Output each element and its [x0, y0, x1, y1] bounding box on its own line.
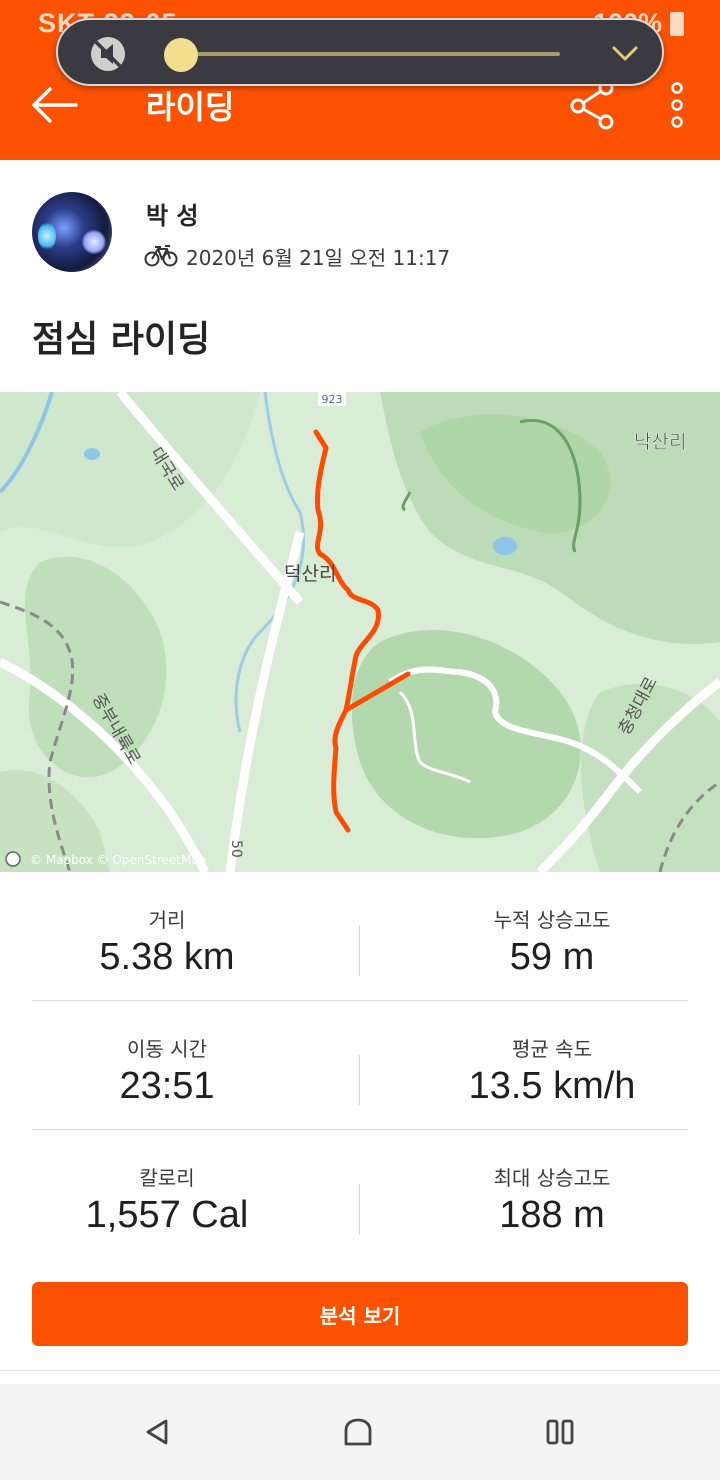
stat-row: 칼로리 1,557 Cal 최대 상승고도 188 m [32, 1130, 688, 1259]
stat-value: 188 m [499, 1194, 605, 1236]
stat-calories: 칼로리 1,557 Cal [32, 1130, 302, 1259]
mute-toggle[interactable] [88, 34, 128, 74]
map-canvas: 923 낙산리 덕산리 대국로 중부내륙로 충청대로 50 © Mapbox ©… [0, 392, 720, 872]
road-label-bottom: 50 [228, 840, 244, 858]
stat-row: 이동 시간 23:51 평균 속도 13.5 km/h [32, 1001, 688, 1130]
mapbox-logo-icon [5, 851, 21, 867]
volume-panel [56, 18, 664, 86]
chevron-down-icon [612, 46, 638, 61]
map-attribution[interactable]: © Mapbox © OpenStreetMap [30, 853, 206, 867]
stat-max-elevation: 최대 상승고도 188 m [360, 1130, 720, 1259]
place-label-deoksan-ri: 덕산리 [284, 563, 336, 585]
avatar[interactable] [32, 192, 112, 272]
view-analysis-button[interactable]: 분석 보기 [32, 1282, 688, 1346]
place-label-naksan-ri: 낙산리 [634, 431, 686, 453]
stat-row: 거리 5.38 km 누적 상승고도 59 m [32, 872, 688, 1001]
activity-datetime: 2020년 6월 21일 오전 11:17 [186, 246, 451, 270]
volume-slider-track[interactable] [168, 52, 560, 56]
stat-label: 칼로리 [139, 1166, 195, 1190]
stat-label: 최대 상승고도 [493, 1166, 611, 1190]
stat-value: 5.38 km [99, 936, 235, 978]
road-number-923: 923 [322, 393, 343, 406]
stat-label: 누적 상승고도 [493, 908, 611, 932]
stat-label: 이동 시간 [127, 1037, 207, 1061]
nav-back-button[interactable] [140, 1414, 176, 1450]
activity-title: 점심 라이딩 [32, 319, 211, 360]
stat-value: 23:51 [119, 1065, 215, 1107]
system-nav-bar [0, 1384, 720, 1480]
stat-label: 평균 속도 [512, 1037, 592, 1061]
activity-stats: 거리 5.38 km 누적 상승고도 59 m 이동 시간 23:51 평균 속… [32, 872, 688, 1259]
route-map[interactable]: 923 낙산리 덕산리 대국로 중부내륙로 충청대로 50 © Mapbox ©… [0, 392, 720, 872]
stat-moving-time: 이동 시간 23:51 [32, 1001, 302, 1130]
bicycle-icon [144, 245, 178, 267]
volume-slider-knob[interactable] [163, 38, 198, 72]
nav-recents-button[interactable] [542, 1414, 578, 1450]
share-button[interactable] [566, 78, 620, 132]
stat-value: 13.5 km/h [468, 1065, 636, 1107]
stat-elevation-gain: 누적 상승고도 59 m [360, 872, 720, 1001]
nav-home-icon [344, 1418, 372, 1446]
battery-icon [670, 12, 684, 36]
volume-expand-button[interactable] [610, 40, 640, 66]
stat-value: 59 m [509, 936, 595, 978]
nav-home-button[interactable] [340, 1414, 376, 1450]
athlete-name[interactable]: 박 성 [146, 196, 199, 231]
stat-avg-speed: 평균 속도 13.5 km/h [360, 1001, 720, 1130]
more-vertical-icon [671, 82, 683, 128]
back-button[interactable] [26, 78, 84, 132]
stat-label: 거리 [148, 908, 186, 932]
stat-value: 1,557 Cal [85, 1194, 249, 1236]
share-icon [570, 80, 614, 130]
nav-back-icon [146, 1419, 168, 1445]
more-options-button[interactable] [660, 76, 694, 134]
page-title: 라이딩 [146, 88, 235, 126]
arrow-left-icon [32, 87, 78, 123]
nav-recents-icon [546, 1419, 574, 1445]
stat-distance: 거리 5.38 km [32, 872, 302, 1001]
divider [0, 1370, 720, 1371]
sound-off-icon [91, 37, 125, 71]
